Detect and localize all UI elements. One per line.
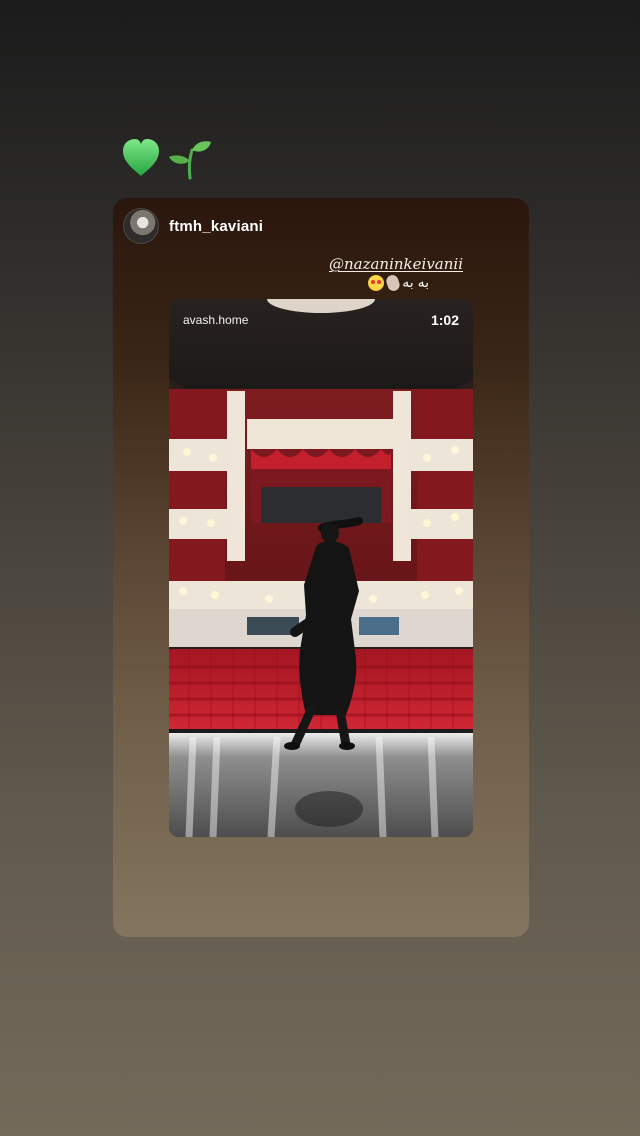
avatar[interactable] — [123, 208, 159, 244]
emoji-sticker-row — [118, 134, 214, 182]
caption-text: به به — [402, 274, 429, 290]
video-timestamp: 1:02 — [430, 312, 459, 328]
video-preview[interactable]: avash.home 1:02 — [169, 299, 473, 837]
caption: به به — [368, 273, 429, 292]
heart-eyes-icon — [368, 274, 385, 291]
story-card: ftmh_kaviani @nazaninkeivanii به به avas… — [113, 198, 529, 937]
pill-icon — [385, 273, 402, 292]
seedling-icon — [169, 141, 211, 180]
video-source-label: avash.home — [183, 313, 249, 327]
theater-scene — [169, 299, 473, 837]
username[interactable]: ftmh_kaviani — [169, 218, 263, 235]
mention-link[interactable]: @nazaninkeivanii — [329, 255, 463, 273]
green-heart-icon — [123, 139, 159, 176]
story-header: ftmh_kaviani — [123, 208, 263, 244]
